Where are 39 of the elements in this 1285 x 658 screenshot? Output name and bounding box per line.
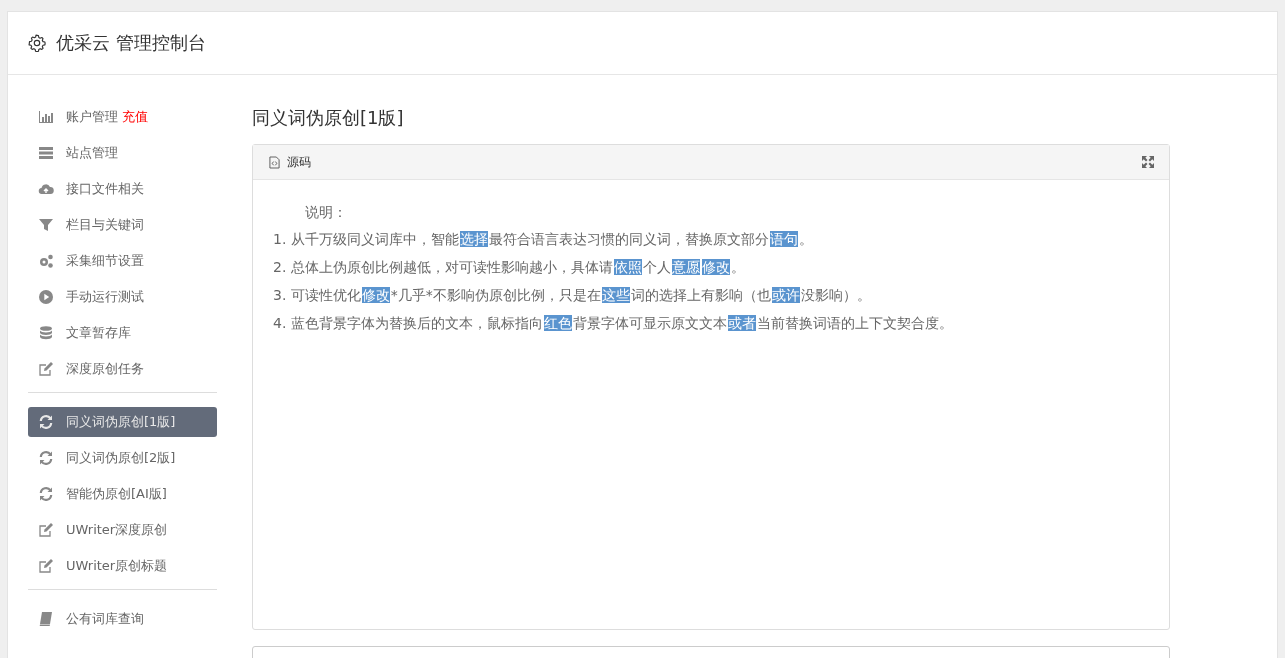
cloud-icon [38, 181, 54, 197]
fullscreen-icon[interactable] [1141, 155, 1155, 169]
sidebar-item[interactable]: 同义词伪原创[2版] [28, 443, 217, 473]
refresh-icon [38, 414, 54, 430]
description-line: 3. 可读性优化修改*几乎*不影响伪原创比例，只是在这些词的选择上有影响（也或许没影响）。 [273, 286, 872, 305]
sidebar-item[interactable]: 接口文件相关 [28, 174, 217, 204]
sidebar-item[interactable]: UWriter原创标题 [28, 551, 217, 581]
gears-icon [38, 253, 54, 269]
description-heading: 说明： [304, 204, 348, 222]
refresh-icon [38, 486, 54, 502]
panel-title: 源码 [287, 153, 311, 171]
edit-icon [38, 558, 54, 574]
sidebar-item[interactable]: UWriter深度原创 [28, 515, 217, 545]
sidebar-item[interactable]: 采集细节设置 [28, 246, 217, 276]
edit-icon [38, 522, 54, 538]
bar-chart-icon [38, 109, 54, 125]
description-line: 4. 蓝色背景字体为替换后的文本，鼠标指向 红色背景字体可显示原文文本或者当前替换词语的上下文契合度。 [273, 314, 954, 333]
description-line: 1. 从千万级同义词库中，智能选择最符合语言表达习惯的同义词，替换原文部分语句。 [273, 230, 814, 249]
filter-icon [38, 217, 54, 233]
sidebar-item[interactable]: 文章暂存库 [28, 318, 217, 348]
book-icon [38, 611, 54, 627]
sidebar-item[interactable]: 深度原创任务 [28, 354, 217, 384]
sidebar-item[interactable]: 站点管理 [28, 138, 217, 168]
code-file-icon [269, 155, 280, 169]
edit-icon [38, 361, 54, 377]
database-icon [38, 325, 54, 341]
server-icon [38, 145, 54, 161]
console-title: 优采云 管理控制台 [56, 31, 206, 55]
sidebar-item[interactable]: 手动运行测试 [28, 282, 217, 312]
refresh-icon [38, 450, 54, 466]
sidebar-item[interactable]: 同义词伪原创[1版] [28, 407, 217, 437]
page-title: 同义词伪原创[1版] [252, 106, 405, 130]
settings-icon [28, 34, 46, 52]
sidebar-item[interactable]: 公有词库查询 [28, 604, 217, 634]
recharge-link[interactable]: 充值 [122, 108, 148, 126]
play-icon [38, 289, 54, 305]
sidebar-item[interactable]: 智能伪原创[AI版] [28, 479, 217, 509]
sidebar-item[interactable]: 栏目与关键词 [28, 210, 217, 240]
sidebar-item[interactable]: 账户管理 充值 [28, 102, 217, 132]
